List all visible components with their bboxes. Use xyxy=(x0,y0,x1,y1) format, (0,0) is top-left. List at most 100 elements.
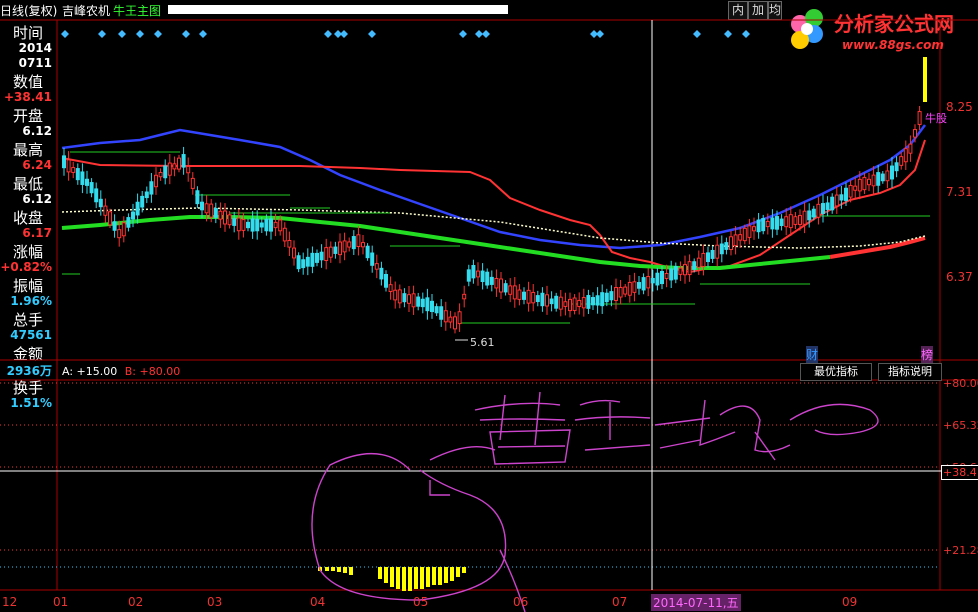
signal-diamond-4 xyxy=(154,30,162,38)
date-label-02: 02 xyxy=(128,595,144,609)
candle-body-175 xyxy=(867,178,871,186)
handwriting-stroke-14 xyxy=(754,431,776,461)
candle-body-39 xyxy=(241,219,246,231)
signal-diamond-13 xyxy=(482,30,490,38)
handwriting-stroke-3 xyxy=(479,418,566,421)
candle-body-29 xyxy=(195,190,200,205)
candle-body-58 xyxy=(328,246,333,258)
candle-body-120 xyxy=(614,287,618,301)
candle-body-156 xyxy=(779,218,784,227)
ma-line-green xyxy=(61,215,831,270)
candle-body-168 xyxy=(834,194,839,207)
candle-body-1 xyxy=(66,159,71,173)
signal-diamond-7 xyxy=(324,30,332,38)
candle-body-98 xyxy=(512,285,517,300)
signal-diamond-9 xyxy=(340,30,348,38)
kline-chart[interactable] xyxy=(0,0,978,612)
handwriting-stroke-13 xyxy=(719,405,791,453)
candle-body-53 xyxy=(305,256,310,267)
signal-diamond-5 xyxy=(182,30,190,38)
param-a: A: +15.00 xyxy=(62,365,118,378)
candle-body-105 xyxy=(545,294,549,307)
candle-body-0 xyxy=(62,155,66,169)
candle-body-62 xyxy=(347,241,352,248)
candle-body-142 xyxy=(715,244,720,259)
candle-body-130 xyxy=(660,271,664,285)
candle-body-45 xyxy=(269,218,273,232)
candle-body-138 xyxy=(696,257,701,268)
date-label-05: 05 xyxy=(413,595,429,609)
candle-body-186 xyxy=(917,111,922,125)
candle-body-177 xyxy=(876,172,881,186)
candle-body-158 xyxy=(788,214,793,229)
signal-diamond-16 xyxy=(693,30,701,38)
candle-body-182 xyxy=(899,156,904,166)
lower-axis-label-5: +21.28 xyxy=(943,544,978,557)
candle-body-147 xyxy=(738,234,743,241)
handwriting-stroke-9 xyxy=(584,444,651,451)
candle-body-172 xyxy=(853,185,858,191)
candle-body-178 xyxy=(880,173,885,182)
candle-body-81 xyxy=(434,306,439,314)
candle-body-33 xyxy=(213,208,218,218)
candle-body-67 xyxy=(370,252,375,266)
candle-body-84 xyxy=(448,316,453,323)
histogram-bar-19 xyxy=(456,567,460,577)
candle-body-73 xyxy=(397,289,402,304)
candle-body-167 xyxy=(830,196,835,211)
candle-body-140 xyxy=(706,252,710,263)
candle-body-128 xyxy=(650,277,655,284)
candle-body-100 xyxy=(522,291,526,300)
candle-body-48 xyxy=(282,227,287,242)
candle-body-11 xyxy=(112,221,117,231)
histogram-bar-16 xyxy=(438,567,442,585)
candle-body-133 xyxy=(673,266,678,280)
indicator-help-button[interactable]: 指标说明 xyxy=(878,363,942,381)
candle-body-17 xyxy=(140,195,145,208)
histogram-bar-10 xyxy=(402,567,406,591)
candle-body-46 xyxy=(273,221,278,229)
histogram-bar-1 xyxy=(325,567,329,571)
candle-body-69 xyxy=(379,267,384,280)
candle-body-78 xyxy=(420,298,425,308)
candle-body-63 xyxy=(351,236,356,250)
candle-body-136 xyxy=(687,261,692,276)
candle-body-40 xyxy=(246,221,250,229)
candle-body-91 xyxy=(480,270,485,283)
ranking-marker[interactable]: 榜 xyxy=(921,346,934,363)
candle-body-5 xyxy=(85,178,89,186)
candle-body-90 xyxy=(476,270,480,278)
candle-body-26 xyxy=(181,154,186,168)
handwriting-stroke-15 xyxy=(789,403,879,436)
candle-body-117 xyxy=(600,292,605,307)
candle-body-153 xyxy=(765,220,770,228)
candle-body-112 xyxy=(577,299,582,307)
signal-diamond-3 xyxy=(136,30,144,38)
best-indicator-button[interactable]: 最优指标 xyxy=(800,363,872,381)
histogram-bar-13 xyxy=(420,567,424,589)
candle-body-165 xyxy=(821,203,825,214)
price-axis-label-1: 8.25 xyxy=(946,100,973,114)
candle-body-9 xyxy=(103,205,108,216)
candle-body-36 xyxy=(227,214,232,226)
candle-body-146 xyxy=(733,234,738,247)
candle-body-109 xyxy=(563,301,568,307)
histogram-bar-15 xyxy=(432,567,436,585)
candle-body-55 xyxy=(315,252,319,263)
signal-diamond-0 xyxy=(61,30,69,38)
histogram-bar-2 xyxy=(331,567,335,571)
date-label-03: 03 xyxy=(207,595,223,609)
date-label-06: 06 xyxy=(513,595,529,609)
candle-body-103 xyxy=(535,295,540,303)
candle-body-6 xyxy=(89,182,94,194)
candle-body-35 xyxy=(223,210,227,225)
candle-body-76 xyxy=(411,293,416,308)
candle-body-87 xyxy=(462,293,467,300)
lower-axis-label-1: +80.00 xyxy=(943,377,978,390)
finance-marker[interactable]: 财 xyxy=(806,346,819,363)
candle-body-85 xyxy=(453,316,457,330)
candle-body-71 xyxy=(388,284,393,292)
signal-diamond-1 xyxy=(98,30,106,38)
candle-body-99 xyxy=(517,289,522,300)
candle-body-134 xyxy=(678,267,683,275)
